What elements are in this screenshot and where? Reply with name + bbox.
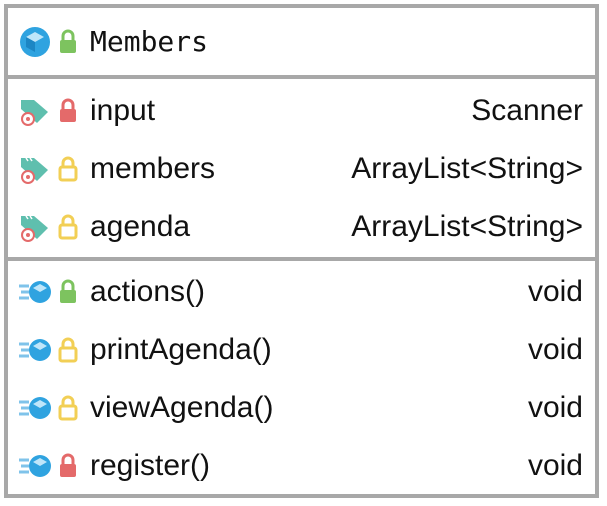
method-return-type: void	[527, 391, 583, 424]
method-name: register()	[90, 449, 211, 482]
method-name: viewAgenda()	[90, 391, 274, 424]
class-name: Members	[90, 25, 209, 58]
package-lock-icon	[58, 395, 78, 421]
method-return-type: void	[527, 333, 583, 366]
method-name: actions()	[90, 275, 206, 308]
field-name: agenda	[90, 210, 191, 243]
method-row: printAgenda() void	[8, 321, 595, 379]
private-lock-icon	[60, 453, 76, 477]
method-icon	[19, 339, 51, 361]
method-name: printAgenda()	[90, 333, 272, 366]
field-icon	[21, 215, 48, 242]
methods-section: actions() void printAgenda() void viewAg…	[8, 261, 595, 495]
field-row: input Scanner	[8, 82, 595, 140]
package-lock-icon	[58, 214, 78, 240]
class-header: Members	[8, 8, 595, 79]
method-icon	[19, 397, 51, 419]
field-name: members	[90, 152, 216, 185]
package-lock-icon	[58, 156, 78, 182]
field-type: ArrayList<String>	[351, 210, 583, 243]
field-row: members ArrayList<String>	[8, 140, 595, 198]
field-row: agenda ArrayList<String>	[8, 198, 595, 256]
class-icon	[20, 26, 50, 57]
field-name: input	[90, 94, 156, 127]
method-return-type: void	[527, 275, 583, 308]
method-row: viewAgenda() void	[8, 379, 595, 437]
method-icon	[19, 281, 51, 303]
public-lock-icon	[60, 279, 76, 303]
field-type: ArrayList<String>	[351, 152, 583, 185]
method-row: actions() void	[8, 263, 595, 321]
method-icon	[19, 455, 51, 477]
private-lock-icon	[60, 98, 76, 122]
method-return-type: void	[527, 449, 583, 482]
public-lock-icon	[60, 29, 76, 53]
field-icon	[21, 157, 48, 184]
package-lock-icon	[58, 337, 78, 363]
field-icon	[21, 100, 48, 126]
fields-section: input Scanner members ArrayList<String>	[8, 79, 595, 261]
uml-class-box: Members input Scanner members ArrayList<…	[4, 4, 599, 498]
field-type: Scanner	[471, 94, 583, 127]
method-row: register() void	[8, 437, 595, 495]
